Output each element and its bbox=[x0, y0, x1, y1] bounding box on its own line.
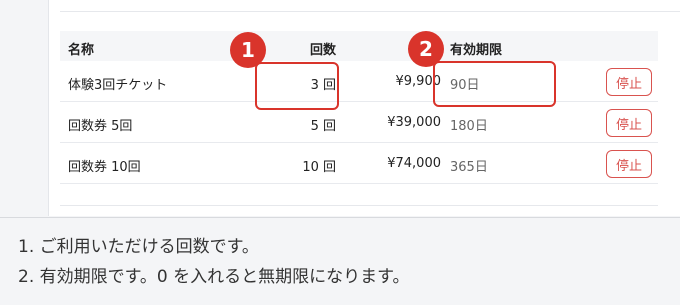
ticket-expiry: 365日 bbox=[450, 160, 488, 175]
header-expiry: 有効期限 bbox=[450, 43, 503, 58]
ticket-count: 5 回 bbox=[310, 119, 336, 134]
header-name: 名称 bbox=[68, 43, 95, 58]
screenshot: 名称 回数 有効期限 体験3回チケット 3 回 ¥9,900 90日 停止 回数… bbox=[0, 0, 680, 305]
callout-badge-2: 2 bbox=[408, 31, 444, 67]
notes-panel: 1. ご利用いただける回数です。 2. 有効期限です。0 を入れると無期限になり… bbox=[0, 217, 680, 305]
table-row: 体験3回チケット 3 回 ¥9,900 90日 停止 bbox=[60, 61, 658, 102]
stop-button[interactable]: 停止 bbox=[606, 68, 652, 96]
stop-button[interactable]: 停止 bbox=[606, 109, 652, 137]
table-row: 回数券 5回 5 回 ¥39,000 180日 停止 bbox=[60, 102, 658, 143]
table-row: 回数券 10回 10 回 ¥74,000 365日 停止 bbox=[60, 143, 658, 184]
ticket-price: ¥39,000 bbox=[387, 115, 441, 130]
count-highlight-box bbox=[255, 62, 339, 110]
divider bbox=[60, 205, 658, 206]
table-header: 名称 回数 有効期限 bbox=[60, 31, 658, 61]
expiry-highlight-box bbox=[433, 61, 556, 107]
ticket-table: 名称 回数 有効期限 体験3回チケット 3 回 ¥9,900 90日 停止 回数… bbox=[60, 31, 658, 184]
ticket-name: 回数券 5回 bbox=[68, 119, 133, 134]
ticket-name: 体験3回チケット bbox=[68, 78, 168, 93]
note-line-1: 1. ご利用いただける回数です。 bbox=[18, 237, 259, 257]
stop-button[interactable]: 停止 bbox=[606, 150, 652, 178]
note-line-2: 2. 有効期限です。0 を入れると無期限になります。 bbox=[18, 267, 410, 287]
divider bbox=[60, 11, 680, 12]
ticket-count: 10 回 bbox=[302, 160, 336, 175]
ticket-expiry: 180日 bbox=[450, 119, 488, 134]
header-count: 回数 bbox=[309, 43, 336, 58]
ticket-name: 回数券 10回 bbox=[68, 160, 141, 175]
callout-badge-1: 1 bbox=[230, 32, 266, 68]
ticket-price: ¥74,000 bbox=[387, 156, 441, 171]
